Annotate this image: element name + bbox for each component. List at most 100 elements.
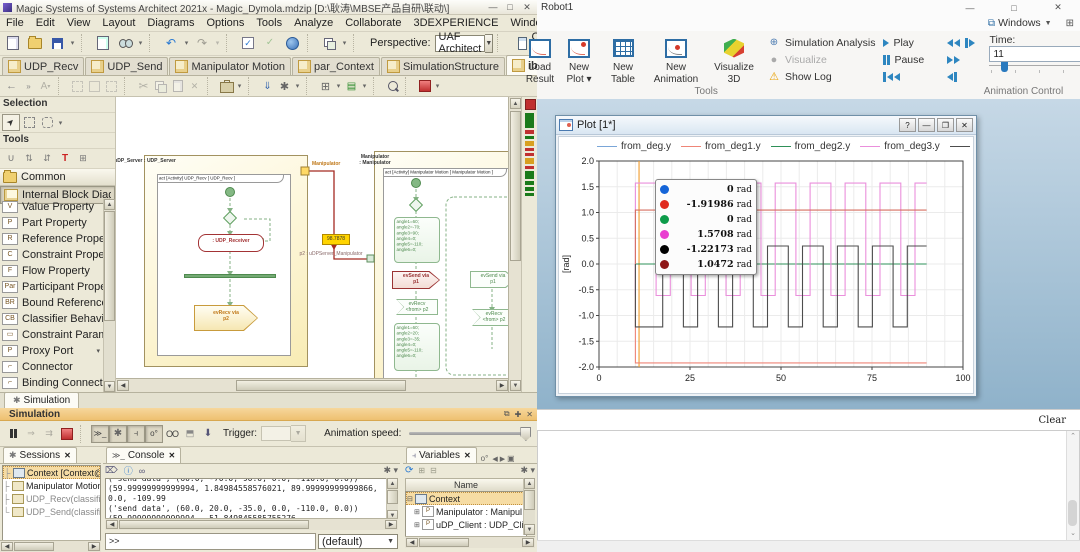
open-project-button[interactable] [24, 32, 46, 54]
swimlane-horizontal-icon[interactable]: ⇵ [38, 150, 56, 167]
diagram-overview-icon[interactable]: ⊞ [74, 150, 92, 167]
console-settings-icon[interactable]: ✱ ▾ [383, 465, 398, 476]
new-table-button[interactable]: New Table [601, 34, 645, 85]
palette-item-flow-property[interactable]: FFlow Property [0, 263, 104, 279]
specification-button[interactable] [218, 78, 235, 95]
validation-mark-icon[interactable] [525, 153, 534, 156]
palette-item-constraint-property[interactable]: CConstraint Property [0, 247, 104, 263]
send-signal-evsend-2[interactable]: evSend via p1 [470, 271, 509, 288]
scroll-down-icon[interactable]: ⌄ [1067, 528, 1079, 540]
stop-simulation-button[interactable] [58, 425, 76, 443]
menu-analyze[interactable]: Analyze [288, 17, 339, 29]
expand-icon[interactable]: ⊞ [414, 521, 422, 529]
log-box[interactable]: ⌃ ⌄ [537, 430, 1080, 541]
new-animation-button[interactable]: New Animation [645, 34, 707, 85]
console-scope-select[interactable]: (default) ▼ [318, 534, 398, 549]
menu-collaborate[interactable]: Collaborate [339, 17, 407, 29]
restore-panel-icon[interactable]: ⧉ [504, 409, 510, 419]
scroll-thumb[interactable] [14, 542, 54, 551]
scroll-thumb[interactable] [524, 490, 535, 510]
close-icon[interactable]: ✕ [1036, 2, 1080, 13]
menu-diagrams[interactable]: Diagrams [141, 17, 200, 29]
menu-view[interactable]: View [61, 17, 97, 29]
validation-mark-icon[interactable] [525, 141, 534, 146]
pin-ribbon-icon[interactable]: ⊞ [1066, 18, 1074, 29]
validation-mark-icon[interactable] [525, 171, 534, 179]
windows-button[interactable]: Windows [998, 17, 1041, 29]
validation-status-icon[interactable] [525, 99, 536, 110]
panel-menu-icon[interactable]: ▣ [507, 454, 515, 463]
link-icon[interactable]: ∞ [139, 466, 145, 476]
copy-caret-icon[interactable]: ▾ [340, 39, 349, 47]
scroll-thumb[interactable] [510, 111, 521, 261]
expand-icon[interactable]: ⊞ [414, 508, 422, 516]
commit-button[interactable]: ✓ [259, 32, 281, 54]
settings-caret-icon[interactable]: ▾ [293, 82, 302, 90]
new-plot-button[interactable]: New Plot ▾ [557, 34, 601, 85]
doc-tab-manipulator-motion[interactable]: Manipulator Motion [169, 57, 291, 75]
redo-caret-icon[interactable]: ▾ [213, 39, 222, 47]
scroll-down-icon[interactable]: ▼ [524, 524, 535, 535]
scroll-thumb[interactable] [236, 380, 406, 391]
scroll-thumb[interactable] [1068, 500, 1077, 526]
minimize-icon[interactable]: — [486, 2, 500, 13]
palette-item-participant-property[interactable]: ParParticipant Property [0, 279, 104, 295]
help-icon[interactable]: ? [899, 118, 916, 132]
step-into-button[interactable]: ⇒ [22, 425, 40, 443]
animation-speed-slider[interactable] [409, 432, 529, 435]
canvas-vscrollbar[interactable]: ▲ ▼ [508, 97, 522, 392]
scroll-left-icon[interactable]: ◀ [106, 520, 118, 529]
load-result-button[interactable]: Load Result [523, 34, 557, 85]
marquee-select-button[interactable] [20, 114, 38, 131]
scroll-right-icon[interactable]: ▶ [385, 520, 397, 529]
menu-tools[interactable]: Tools [250, 17, 288, 29]
trigger-select[interactable] [261, 426, 291, 441]
clear-console-icon[interactable]: ⌦ [105, 465, 118, 476]
menu-layout[interactable]: Layout [96, 17, 141, 29]
session-item-manipulator-motion-m[interactable]: ├Manipulator Motion [M [3, 479, 100, 492]
pin-panel-icon[interactable]: ✚ [515, 410, 522, 419]
send-signal-evsend[interactable]: evSend via p1 [392, 271, 440, 289]
magnet-tool-icon[interactable]: ∪ [2, 150, 20, 167]
close-icon[interactable]: ✕ [64, 451, 71, 460]
layout-button[interactable]: ⊞ [317, 78, 334, 95]
session-item-context-context-78[interactable]: ├Context [Context@78 [3, 466, 100, 479]
save-caret-icon[interactable]: ▾ [68, 39, 77, 47]
layout-caret-icon[interactable]: ▾ [334, 82, 343, 90]
scroll-up-icon[interactable]: ▲ [510, 98, 521, 109]
zoom-button[interactable] [384, 78, 401, 95]
validation-mark-icon[interactable] [525, 181, 534, 185]
export-icon[interactable]: ⊞ [418, 466, 425, 475]
pause-button[interactable]: Pause [883, 51, 947, 68]
close-icon[interactable]: ✕ [464, 451, 471, 460]
sessions-hscrollbar[interactable]: ◀ ▶ [0, 540, 101, 552]
show-log-button[interactable]: ⚠ Show Log [767, 68, 875, 85]
scroll-down-icon[interactable]: ▼ [510, 380, 521, 391]
slider-thumb[interactable] [1001, 62, 1008, 72]
slider-thumb[interactable] [520, 427, 531, 441]
validation-mark-icon[interactable] [525, 193, 534, 196]
log-vscrollbar[interactable]: ⌃ ⌄ [1066, 431, 1079, 540]
close-icon[interactable]: ✕ [520, 2, 534, 13]
scroll-right-icon[interactable]: ▶ [496, 380, 508, 391]
publish-button[interactable] [281, 32, 303, 54]
align-left-button[interactable] [69, 78, 86, 95]
palette-item-connector[interactable]: ⌐Connector [0, 359, 104, 375]
restore-icon[interactable]: ❐ [937, 118, 954, 132]
canvas-hscrollbar[interactable]: ◀ ▶ [116, 378, 509, 392]
tab-sessions[interactable]: ✱ Sessions ✕ [3, 447, 77, 463]
part-manipulator[interactable]: Manipulator : Manipulator act [Activity]… [374, 151, 509, 392]
text-tool-icon[interactable]: T [56, 150, 74, 167]
align-right-button[interactable] [103, 78, 120, 95]
connector-udpserver-manipulator[interactable] [306, 171, 370, 259]
info-icon[interactable]: ⓘ [124, 464, 133, 477]
watch-button[interactable]: OO [163, 425, 181, 443]
minimize-icon[interactable]: — [948, 3, 992, 13]
tab-variables[interactable]: ⫞ Variables ✕ [406, 447, 477, 463]
panel-next-icon[interactable]: ▶ [500, 455, 505, 463]
console-vscrollbar[interactable]: ▲ ▼ [386, 478, 398, 521]
palette-item-proxy-port[interactable]: PProxy Port▾ [0, 343, 104, 359]
scroll-thumb[interactable] [104, 211, 115, 321]
swimlane-vertical-icon[interactable]: ⇅ [20, 150, 38, 167]
perspective-caret-icon[interactable]: ▼ [485, 34, 493, 53]
